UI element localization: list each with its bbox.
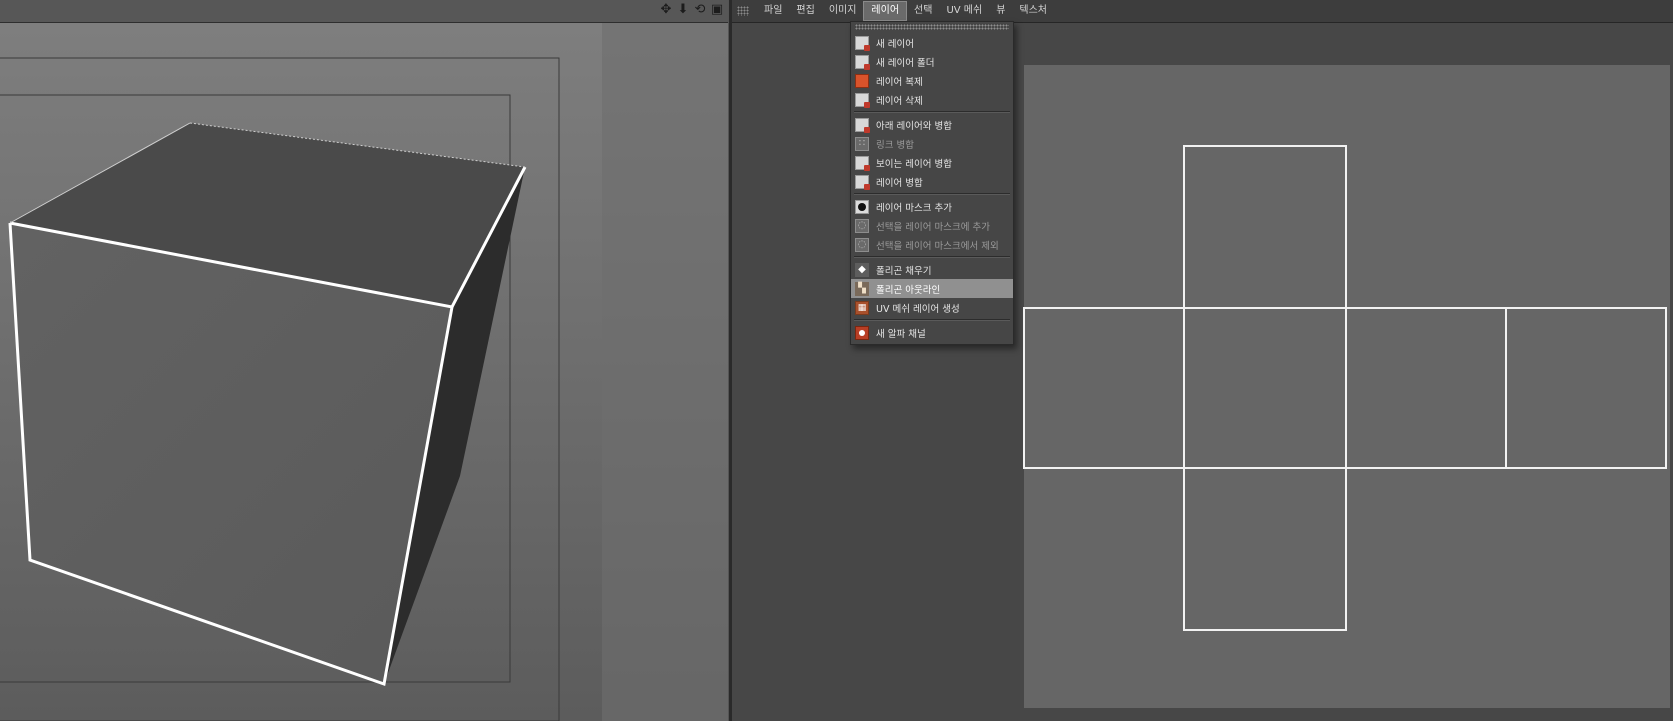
- menu-item-fill-polygons[interactable]: ◆ 폴리곤 채우기: [851, 260, 1013, 279]
- menu-separator: [854, 193, 1010, 195]
- menu-item-label: 레이어 복제: [876, 76, 923, 88]
- create-uv-mesh-layer-icon: ▦: [855, 300, 869, 315]
- menu-item-new-layer-folder[interactable]: 새 레이어 폴더: [851, 52, 1013, 71]
- menubar-grip-icon[interactable]: [737, 6, 749, 16]
- menu-item-merge-visible[interactable]: 보이는 레이어 병합: [851, 153, 1013, 172]
- menu-item-merge-down[interactable]: 아래 레이어와 병합: [851, 115, 1013, 134]
- menu-item-add-layer-mask[interactable]: 레이어 마스크 추가: [851, 197, 1013, 216]
- menu-file[interactable]: 파일: [757, 2, 789, 20]
- add-selection-to-mask-icon: ◌: [855, 218, 869, 233]
- layout-icon[interactable]: ▣: [710, 3, 724, 17]
- menu-select[interactable]: 선택: [907, 2, 939, 20]
- menu-edit[interactable]: 편집: [789, 2, 821, 20]
- merge-linked-icon: ∷: [855, 136, 869, 151]
- menu-item-label: 선택을 레이어 마스크에 추가: [876, 221, 990, 233]
- menu-item-label: 레이어 마스크 추가: [876, 202, 952, 214]
- merge-down-icon: [855, 117, 870, 133]
- merge-layers-icon: [855, 174, 870, 190]
- menu-item-merge-layers[interactable]: 레이어 병합: [851, 172, 1013, 191]
- down-arrow-icon[interactable]: ⬇: [676, 3, 690, 17]
- delete-layer-icon: [855, 92, 870, 108]
- menu-uv-mesh[interactable]: UV 메쉬: [939, 2, 989, 20]
- menu-item-label: 링크 병합: [876, 139, 914, 151]
- menu-texture[interactable]: 텍스처: [1012, 2, 1054, 20]
- rotate-icon[interactable]: ⟲: [693, 3, 707, 17]
- new-alpha-channel-icon: [855, 325, 869, 340]
- menu-item-label: 새 레이어 폴더: [876, 57, 935, 69]
- outline-polygons-icon: ▚: [855, 281, 869, 296]
- menu-item-label: 아래 레이어와 병합: [876, 120, 952, 132]
- menu-item-label: 폴리곤 채우기: [876, 265, 932, 277]
- menu-item-label: 보이는 레이어 병합: [876, 158, 952, 170]
- menu-item-label: 선택을 레이어 마스크에서 제외: [876, 240, 999, 252]
- menu-item-label: 새 레이어: [876, 38, 914, 50]
- menu-item-label: 레이어 병합: [876, 177, 923, 189]
- menu-item-new-alpha-channel[interactable]: 새 알파 채널: [851, 323, 1013, 342]
- move-icon[interactable]: ✥: [659, 3, 673, 17]
- new-layer-icon: [855, 35, 870, 51]
- menu-item-new-layer[interactable]: 새 레이어: [851, 33, 1013, 52]
- menu-item-label: 레이어 삭제: [876, 95, 923, 107]
- menu-item-outline-polygons[interactable]: ▚ 폴리곤 아웃라인: [851, 279, 1013, 298]
- menu-image[interactable]: 이미지: [822, 2, 864, 20]
- menu-item-subtract-selection-from-mask[interactable]: ◌ 선택을 레이어 마스크에서 제외: [851, 235, 1013, 254]
- menu-view[interactable]: 뷰: [989, 2, 1012, 20]
- merge-visible-icon: [855, 155, 870, 171]
- menu-item-label: 폴리곤 아웃라인: [876, 284, 941, 296]
- uv-menubar: 파일 편집 이미지 레이어 선택 UV 메쉬 뷰 텍스처: [732, 0, 1673, 23]
- menu-item-merge-linked[interactable]: ∷ 링크 병합: [851, 134, 1013, 153]
- menu-item-label: 새 알파 채널: [876, 328, 926, 340]
- menu-item-create-uv-mesh-layer[interactable]: ▦ UV 메쉬 레이어 생성: [851, 298, 1013, 317]
- layer-dropdown-menu: 새 레이어 새 레이어 폴더 레이어 복제 레이어 삭제 아래 레이어와 병합 …: [850, 21, 1014, 345]
- duplicate-layer-icon: [855, 73, 869, 88]
- menu-layer[interactable]: 레이어: [863, 1, 908, 21]
- menu-separator: [854, 111, 1010, 113]
- menu-item-label: UV 메쉬 레이어 생성: [876, 303, 960, 315]
- menu-item-add-selection-to-mask[interactable]: ◌ 선택을 레이어 마스크에 추가: [851, 216, 1013, 235]
- subtract-selection-from-mask-icon: ◌: [855, 237, 869, 252]
- menu-separator: [854, 256, 1010, 258]
- fill-polygons-icon: ◆: [855, 262, 869, 277]
- viewport-canvas[interactable]: [0, 23, 728, 721]
- menu-separator: [854, 319, 1010, 321]
- viewport-toolbar: ✥ ⬇ ⟲ ▣: [0, 0, 728, 23]
- add-layer-mask-icon: [855, 199, 869, 214]
- menu-item-delete-layer[interactable]: 레이어 삭제: [851, 90, 1013, 109]
- viewport-tools: ✥ ⬇ ⟲ ▣: [659, 3, 724, 17]
- viewport-3d[interactable]: ✥ ⬇ ⟲ ▣: [0, 0, 728, 721]
- tear-off-handle[interactable]: [855, 24, 1009, 30]
- new-layer-folder-icon: [855, 54, 870, 70]
- viewport-safe-margin: [602, 23, 728, 721]
- menu-item-duplicate-layer[interactable]: 레이어 복제: [851, 71, 1013, 90]
